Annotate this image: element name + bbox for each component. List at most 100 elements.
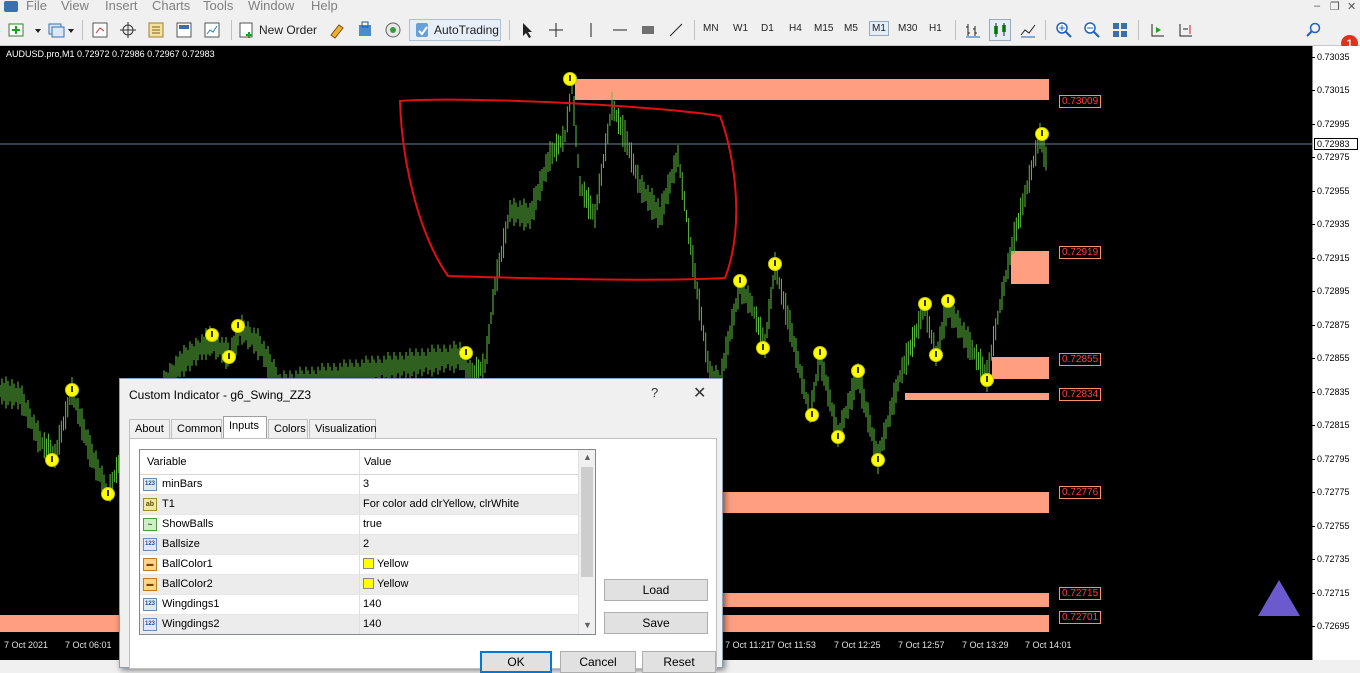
profiles-icon[interactable] xyxy=(46,19,76,41)
timeframe-mn[interactable]: MN xyxy=(703,23,719,34)
variable-name: Wingdings2 xyxy=(162,618,220,630)
market-watch-icon[interactable] xyxy=(89,19,111,41)
time-tick: 7 Oct 14:01 xyxy=(1025,640,1072,650)
input-row-ballcolor2[interactable]: ▬ BallColor2 Yellow xyxy=(140,575,578,595)
input-row-t1[interactable]: ab T1 For color add clrYellow, clrWhite xyxy=(140,495,578,515)
level-label: 0.72834 xyxy=(1059,388,1102,401)
chart-shift-icon[interactable] xyxy=(1174,19,1196,41)
timeframe-m1[interactable]: M1 xyxy=(869,21,889,36)
autotrading-button[interactable]: AutoTrading xyxy=(409,19,501,41)
scroll-down-icon[interactable]: ▼ xyxy=(583,620,592,630)
candlestick-icon[interactable] xyxy=(989,19,1011,41)
swing-ball-mark xyxy=(811,411,813,417)
menu-help[interactable]: Help xyxy=(311,0,338,13)
trendline-icon[interactable] xyxy=(665,19,687,41)
integer-icon: 123 xyxy=(143,478,157,491)
swing-ball-mark xyxy=(837,433,839,439)
tile-windows-icon[interactable] xyxy=(1109,19,1131,41)
cursor-icon[interactable] xyxy=(516,19,538,41)
swing-ball-mark xyxy=(819,349,821,355)
string-icon: ab xyxy=(143,498,157,511)
tab-common-label[interactable]: Common xyxy=(171,419,222,439)
tab-visualization[interactable]: Visualization xyxy=(309,419,377,439)
menu-window[interactable]: Window xyxy=(248,0,294,13)
input-row-wingdings1[interactable]: 123 Wingdings1 140 xyxy=(140,595,578,615)
menu-file[interactable]: File xyxy=(26,0,47,13)
variable-value[interactable]: 140 xyxy=(363,598,381,610)
input-row-showballs[interactable]: ~ ShowBalls true xyxy=(140,515,578,535)
scroll-thumb[interactable] xyxy=(581,467,593,577)
price-tick: 0.72735 xyxy=(1312,554,1350,564)
line-chart-icon[interactable] xyxy=(1017,19,1039,41)
bar-chart-icon[interactable] xyxy=(962,19,984,41)
close-button[interactable]: ✕ xyxy=(693,383,706,403)
metaeditor-icon[interactable] xyxy=(326,19,348,41)
supply-demand-zone xyxy=(575,79,1049,100)
variable-value[interactable]: 3 xyxy=(363,478,369,490)
market-icon[interactable] xyxy=(354,19,376,41)
variable-value[interactable]: 2 xyxy=(363,538,369,550)
scroll-up-icon[interactable]: ▲ xyxy=(583,452,592,462)
horizontal-line-icon[interactable] xyxy=(609,19,631,41)
menu-view[interactable]: View xyxy=(61,0,89,13)
price-tick: 0.72755 xyxy=(1312,521,1350,531)
timeframe-m30[interactable]: M30 xyxy=(898,23,917,34)
variable-value[interactable]: Yellow xyxy=(363,558,408,570)
tab-colors-label[interactable]: Colors xyxy=(268,419,308,439)
save-button[interactable]: Save xyxy=(604,612,708,634)
close-window-icon[interactable]: ✕ xyxy=(1347,0,1356,13)
price-axis[interactable]: 0.73035 0.73015 0.72995 0.72975 0.72955 … xyxy=(1312,46,1360,660)
input-row-minbars[interactable]: 123 minBars 3 xyxy=(140,475,578,495)
timeframe-m5[interactable]: M5 xyxy=(844,23,858,34)
variable-value[interactable]: Yellow xyxy=(363,578,408,590)
timeframe-d1[interactable]: D1 xyxy=(761,23,774,34)
minimize-icon[interactable]: – xyxy=(1314,0,1320,12)
timeframe-w1[interactable]: W1 xyxy=(733,23,748,34)
zoom-out-icon[interactable] xyxy=(1081,19,1103,41)
timeframe-m15[interactable]: M15 xyxy=(814,23,833,34)
restore-icon[interactable]: ❐ xyxy=(1330,0,1340,13)
signals-icon[interactable] xyxy=(382,19,404,41)
navigator-icon[interactable] xyxy=(145,19,167,41)
swing-ball-mark xyxy=(857,367,859,373)
autotrading-label: AutoTrading xyxy=(434,23,499,37)
new-chart-icon[interactable] xyxy=(6,19,44,41)
column-value[interactable]: Value xyxy=(364,456,391,468)
variable-value[interactable]: For color add clrYellow, clrWhite xyxy=(363,498,519,510)
terminal-icon[interactable] xyxy=(173,19,195,41)
grid-scrollbar[interactable]: ▲ ▼ xyxy=(578,450,595,634)
help-button[interactable]: ? xyxy=(651,385,658,400)
tab-inputs[interactable]: Inputs xyxy=(223,416,267,439)
color-swatch xyxy=(363,558,374,569)
tab-about-label[interactable]: About xyxy=(129,419,170,439)
zoom-in-icon[interactable] xyxy=(1053,19,1075,41)
timeframe-h4[interactable]: H4 xyxy=(789,23,802,34)
variable-value[interactable]: true xyxy=(363,518,382,530)
variable-value[interactable]: 140 xyxy=(363,618,381,630)
vertical-line-icon[interactable] xyxy=(580,19,602,41)
level-label: 0.72701 xyxy=(1059,611,1102,624)
ok-button[interactable]: OK xyxy=(480,651,552,673)
crosshair-move-icon[interactable] xyxy=(117,19,139,41)
menu-charts[interactable]: Charts xyxy=(152,0,190,13)
autoscroll-icon[interactable] xyxy=(1146,19,1168,41)
strategy-tester-icon[interactable] xyxy=(201,19,223,41)
menu-tools[interactable]: Tools xyxy=(203,0,233,13)
new-order-button[interactable]: New Order xyxy=(238,19,320,41)
search-icon[interactable] xyxy=(1303,19,1325,41)
price-tick: 0.73035 xyxy=(1312,52,1350,62)
column-variable[interactable]: Variable xyxy=(147,456,187,468)
integer-icon: 123 xyxy=(143,598,157,611)
input-row-wingdings2[interactable]: 123 Wingdings2 140 xyxy=(140,615,578,634)
input-row-ballsize[interactable]: 123 Ballsize 2 xyxy=(140,535,578,555)
cancel-button[interactable]: Cancel xyxy=(560,651,636,673)
menu-insert[interactable]: Insert xyxy=(105,0,138,13)
swing-ball-mark xyxy=(71,386,73,392)
rectangle-icon[interactable] xyxy=(637,19,659,41)
load-button[interactable]: Load xyxy=(604,579,708,601)
crosshair-icon[interactable] xyxy=(545,19,567,41)
price-tick: 0.72715 xyxy=(1312,588,1350,598)
reset-button[interactable]: Reset xyxy=(642,651,716,673)
input-row-ballcolor1[interactable]: ▬ BallColor1 Yellow xyxy=(140,555,578,575)
timeframe-h1[interactable]: H1 xyxy=(929,23,942,34)
